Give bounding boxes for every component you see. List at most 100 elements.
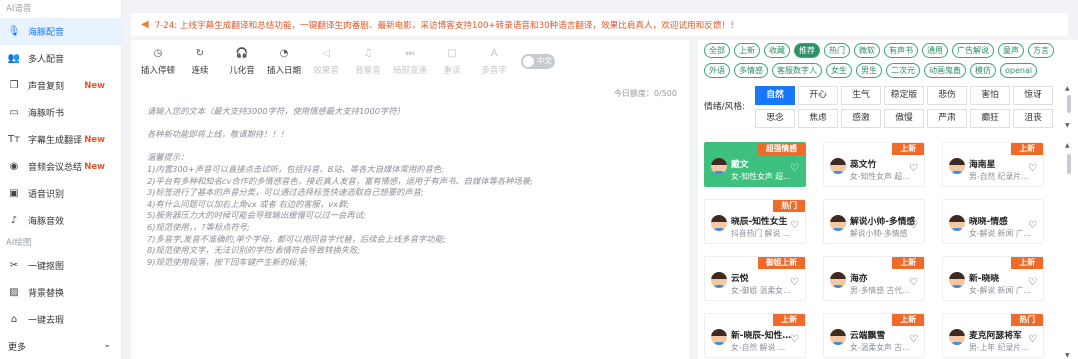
sidebar-more-button[interactable]: 更多 ⌄: [8, 340, 111, 353]
brush-icon: ⌂: [10, 314, 18, 325]
heart-icon[interactable]: ♡: [790, 163, 799, 174]
voice-list-scroll-thumb[interactable]: [1067, 154, 1071, 174]
voice-description: 女-自然 解说 ...: [731, 343, 786, 352]
heart-icon[interactable]: ♡: [1028, 220, 1037, 231]
voice-tag[interactable]: 客服数字人: [772, 63, 822, 78]
emotion-option[interactable]: 自然: [755, 86, 795, 105]
tool-6[interactable]: ⏭ 局部变速: [389, 44, 431, 84]
emotion-option[interactable]: 害怕: [970, 86, 1010, 105]
voice-tag[interactable]: 方言: [1028, 43, 1054, 58]
voice-card[interactable]: 上新 海南星 男-自然 纪录片... ♡: [942, 142, 1044, 187]
voice-card[interactable]: 解说小帅-多情感 解说小帅-多情感 ♡: [823, 199, 925, 244]
voice-card[interactable]: 上新 云端飘雪 女-温柔女声 古... ♡: [823, 313, 925, 358]
voice-card[interactable]: 热门 麦克阿瑟将军 男-上年 纪录片... ♡: [942, 313, 1044, 358]
heart-icon[interactable]: ♡: [909, 163, 918, 174]
voice-tag[interactable]: 全部: [704, 43, 730, 58]
sidebar-item-2[interactable]: ❐ 声音复刻 New: [0, 72, 121, 99]
voice-tag[interactable]: 男生: [856, 63, 882, 78]
tool-0[interactable]: ◷ 插入停顿: [137, 44, 179, 84]
voice-tag[interactable]: 女生: [826, 63, 852, 78]
emotion-option[interactable]: 焦虑: [798, 109, 838, 128]
tool-2[interactable]: 🎧 儿化音: [221, 44, 263, 84]
sidebar-item-5[interactable]: ◉ 音频会议总结 New: [0, 153, 121, 180]
emotion-option[interactable]: 思念: [755, 109, 795, 128]
voice-card[interactable]: 热门 晓辰-知性女生 抖音热门 解说 ... ♡: [704, 199, 806, 244]
avatar-shirt: [951, 285, 963, 288]
voice-list-scrollbar[interactable]: ▲ ▼: [1065, 142, 1072, 359]
tool-3[interactable]: ◔ 插入日期: [263, 44, 305, 84]
tool-4[interactable]: ◁ 效果音: [305, 44, 347, 84]
heart-icon[interactable]: ♡: [909, 334, 918, 345]
emotion-option[interactable]: 悲伤: [927, 86, 967, 105]
sidebar-item-4[interactable]: Tт 字幕生成翻译 New: [0, 126, 121, 153]
sidebar-image-item-0[interactable]: ✂ 一键抠图: [0, 252, 121, 279]
scroll-up-icon[interactable]: ▲: [1065, 85, 1070, 92]
tool-7[interactable]: □ 重读: [431, 44, 473, 84]
sidebar-item-3[interactable]: ▭ 海豚听书: [0, 99, 121, 126]
voice-tag[interactable]: 广告解说: [952, 43, 994, 58]
emotion-option[interactable]: 沮丧: [1013, 109, 1053, 128]
voice-name: 晓晓-情感: [969, 217, 1008, 227]
heart-icon[interactable]: ♡: [1028, 277, 1037, 288]
emotion-option[interactable]: 严肃: [927, 109, 967, 128]
voice-tag[interactable]: openai: [1000, 63, 1038, 78]
voice-tag[interactable]: 外语: [704, 63, 730, 78]
heart-icon[interactable]: ♡: [790, 334, 799, 345]
heart-icon[interactable]: ♡: [790, 220, 799, 231]
heart-icon[interactable]: ♡: [1028, 163, 1037, 174]
heart-icon[interactable]: ♡: [909, 277, 918, 288]
tool-8[interactable]: A 多音字: [473, 44, 515, 84]
text-input-area[interactable]: 请输入您的文本（最大支持3000字符，使用情感最大支持1000字符） 各种新功能即…: [147, 106, 667, 268]
emotion-option[interactable]: 开心: [798, 86, 838, 105]
heart-icon[interactable]: ♡: [1028, 334, 1037, 345]
voice-tag[interactable]: 微软: [854, 43, 880, 58]
emotion-option[interactable]: 稳定版: [884, 86, 924, 105]
voice-tag[interactable]: 多情感: [734, 63, 768, 78]
voice-card[interactable]: 晓晓-情感 女-解说 新闻 广... ♡: [942, 199, 1044, 244]
voice-tag[interactable]: 有声书: [884, 43, 918, 58]
tool-label: 连续: [191, 66, 209, 76]
voice-tag[interactable]: 热门: [824, 43, 850, 58]
voice-card[interactable]: 上新 新-晓晓 女-解说 新闻 广... ♡: [942, 256, 1044, 301]
card-badge: 超强情感: [757, 143, 805, 155]
voice-tag[interactable]: 动画鬼畜: [924, 63, 966, 78]
voice-description: 男-多情感 古代...: [850, 286, 910, 295]
tool-5[interactable]: ♫ 背景音: [347, 44, 389, 84]
new-badge: New: [84, 161, 105, 172]
sidebar-item-label: 一键抠图: [28, 262, 65, 272]
emotion-option[interactable]: 癫狂: [970, 109, 1010, 128]
language-toggle[interactable]: 中文: [521, 54, 555, 69]
sidebar-item-0[interactable]: 🎙 海豚配音: [0, 18, 121, 45]
sidebar-item-6[interactable]: ▣ 语音识别: [0, 180, 121, 207]
voice-tag[interactable]: 童声: [998, 43, 1024, 58]
sidebar-image-item-1[interactable]: ▨ 背景替换: [0, 279, 121, 306]
voice-card[interactable]: 御姐上新 云悦 女-御姐 温柔女... ♡: [704, 256, 806, 301]
emotion-option[interactable]: 感激: [841, 109, 881, 128]
voice-card[interactable]: 上新 蕊文竹 女-知性女声 超... ♡: [823, 142, 925, 187]
voice-tag[interactable]: 收藏: [764, 43, 790, 58]
voice-card[interactable]: 上新 海亦 男-多情感 古代... ♡: [823, 256, 925, 301]
voice-tag[interactable]: 上新: [734, 43, 760, 58]
voice-name: 海南星: [969, 160, 996, 170]
voice-description: 女-知性女声 超...: [731, 172, 791, 181]
scroll-up-icon[interactable]: ▲: [1065, 142, 1070, 149]
sidebar-image-item-2[interactable]: ⌂ 一键去瑕: [0, 306, 121, 333]
voice-tag[interactable]: 二次元: [886, 63, 920, 78]
emotion-scroll-thumb[interactable]: [1067, 95, 1071, 113]
tool-1[interactable]: ↻ 连续: [179, 44, 221, 84]
emotion-option[interactable]: 惊讶: [1013, 86, 1053, 105]
heart-icon[interactable]: ♡: [790, 277, 799, 288]
scroll-down-icon[interactable]: ▼: [1065, 122, 1070, 129]
sidebar-item-1[interactable]: 👥 多人配音: [0, 45, 121, 72]
emotion-option[interactable]: 生气: [841, 86, 881, 105]
voice-card[interactable]: 超强情感 戴文 女-知性女声 超... ♡: [704, 142, 806, 187]
voice-tag[interactable]: 模仿: [970, 63, 996, 78]
emotion-scrollbar[interactable]: ▲ ▼: [1065, 85, 1072, 129]
heart-icon[interactable]: ♡: [909, 220, 918, 231]
emotion-option[interactable]: 傲慢: [884, 109, 924, 128]
voice-card[interactable]: 上新 新-晓辰-知性女... 女-自然 解说 ... ♡: [704, 313, 806, 358]
scroll-down-icon[interactable]: ▼: [1065, 352, 1070, 359]
sidebar-item-7[interactable]: ♪ 海豚音效: [0, 207, 121, 234]
voice-tag[interactable]: 通用: [922, 43, 948, 58]
voice-tag[interactable]: 推荐: [794, 43, 820, 58]
